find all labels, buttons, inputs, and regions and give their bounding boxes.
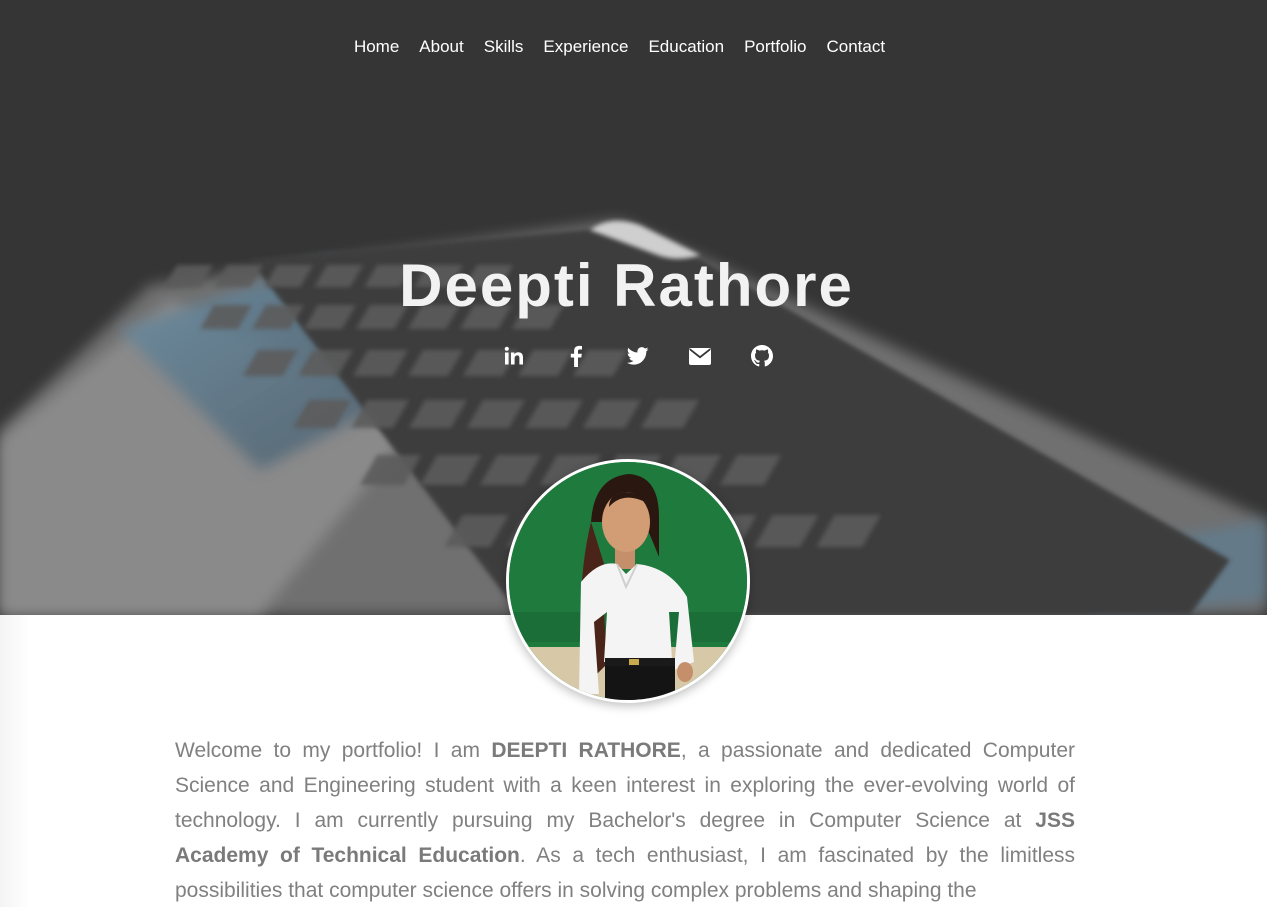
twitter-link[interactable] <box>624 342 652 370</box>
about-paragraph: Welcome to my portfolio! I am DEEPTI RAT… <box>175 733 1075 907</box>
linkedin-icon <box>504 346 523 365</box>
nav-item-portfolio[interactable]: Portfolio <box>744 36 806 58</box>
github-link[interactable] <box>748 342 776 370</box>
nav-item-home[interactable]: Home <box>354 36 399 58</box>
profile-photo <box>509 462 747 700</box>
about-name: DEEPTI RATHORE <box>491 739 681 762</box>
nav-item-contact[interactable]: Contact <box>826 36 885 58</box>
nav-item-education[interactable]: Education <box>648 36 724 58</box>
about-intro-text: Welcome to my portfolio! I am <box>175 739 492 762</box>
avatar <box>506 459 750 703</box>
linkedin-link[interactable] <box>500 342 528 370</box>
twitter-icon <box>626 347 648 365</box>
nav-item-experience[interactable]: Experience <box>543 36 628 58</box>
page-title: Deepti Rathore <box>399 252 854 319</box>
facebook-icon <box>570 345 582 367</box>
social-links <box>0 342 1267 370</box>
main-nav: Home About Skills Experience Education P… <box>0 36 1267 58</box>
nav-item-skills[interactable]: Skills <box>484 36 524 58</box>
envelope-icon <box>688 347 711 365</box>
facebook-link[interactable] <box>562 342 590 370</box>
email-link[interactable] <box>686 342 714 370</box>
nav-item-about[interactable]: About <box>419 36 463 58</box>
page-edge-shade <box>0 615 30 907</box>
github-icon <box>750 345 773 367</box>
